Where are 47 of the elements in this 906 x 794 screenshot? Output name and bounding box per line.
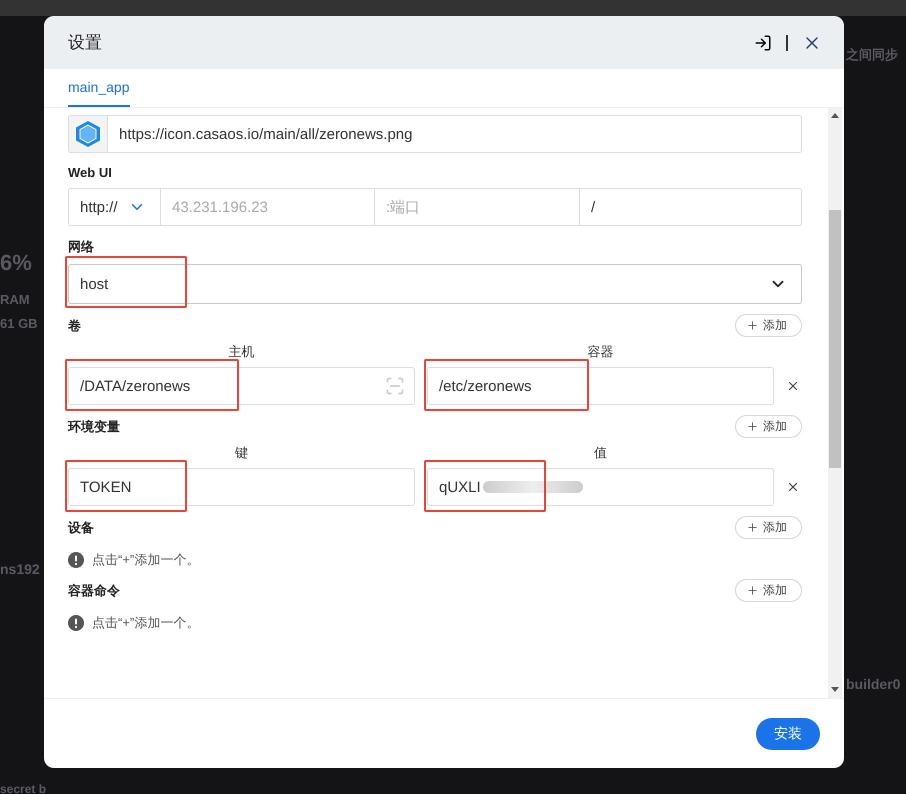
tab[interactable]: main_app <box>68 69 130 107</box>
exit-icon[interactable] <box>754 34 772 52</box>
add-button[interactable]: 添加 <box>735 314 802 337</box>
background-text: 之间同步 <box>846 46 898 64</box>
plus-icon <box>746 521 759 534</box>
scrollbar[interactable] <box>828 108 842 698</box>
add-button[interactable]: 添加 <box>735 579 802 602</box>
plus-icon <box>746 319 759 332</box>
background-text: ns192 <box>0 561 40 577</box>
warning-icon <box>68 615 84 631</box>
field-label: 网络 <box>68 238 95 256</box>
hint-text: 点击“+”添加一个。 <box>92 614 200 632</box>
section-label: 设备 <box>68 518 94 536</box>
install-button[interactable]: 安装 <box>756 718 820 750</box>
warning-icon <box>68 552 84 568</box>
path-field[interactable]: / <box>580 198 801 216</box>
hint-text: 点击“+”添加一个。 <box>92 551 200 569</box>
background-text: RAM <box>0 292 30 307</box>
background-text: builder0 <box>846 676 900 692</box>
text-field[interactable]: /etc/zeronews <box>427 367 774 405</box>
field-label: Web UI <box>68 165 113 180</box>
close-icon <box>786 480 800 494</box>
section-label: 卷 <box>68 316 81 334</box>
port-field[interactable]: :端口 <box>375 198 579 216</box>
section-label: 容器命令 <box>68 582 120 600</box>
cube-icon <box>75 120 101 148</box>
plus-icon <box>746 584 759 597</box>
host-field[interactable]: 43.231.196.23 <box>161 198 374 216</box>
add-button[interactable]: 添加 <box>735 516 802 539</box>
text-field[interactable]: /DATA/zeronews <box>68 367 415 405</box>
close-icon <box>786 379 800 393</box>
scheme-select[interactable]: http:// <box>69 189 160 225</box>
icon-url-field[interactable]: https://icon.casaos.io/main/all/zeronews.png <box>108 115 802 153</box>
dialog-title: 设置 <box>68 32 103 54</box>
background-text: 61 GB <box>0 316 38 331</box>
section-label: 环境变量 <box>68 418 120 436</box>
network-select[interactable]: host <box>68 264 802 304</box>
plus-icon <box>746 420 759 433</box>
text-field[interactable]: qUXLI <box>427 468 774 506</box>
column-heading: 值 <box>593 444 608 462</box>
background-text: 6% <box>0 250 32 276</box>
column-heading: 主机 <box>228 343 256 361</box>
column-heading: 键 <box>234 444 249 462</box>
add-button[interactable]: 添加 <box>735 415 802 438</box>
background-text: secret b <box>0 782 46 794</box>
column-heading: 容器 <box>586 343 614 361</box>
text-field[interactable]: TOKEN <box>68 468 415 506</box>
